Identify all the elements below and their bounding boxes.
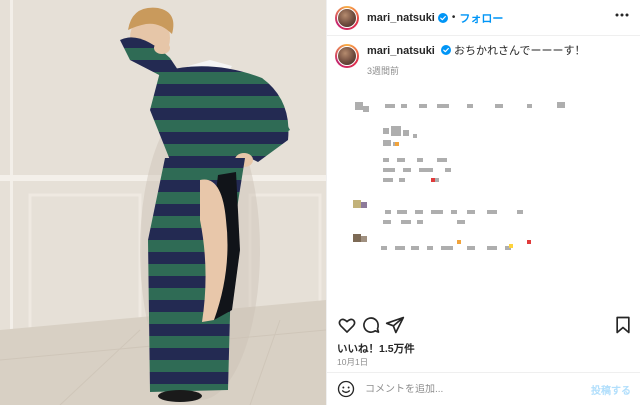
follow-button[interactable]: フォロー — [459, 10, 503, 26]
caption-username[interactable]: mari_natsuki — [367, 45, 435, 57]
caption-text: おちかれさんでーーーす！ — [454, 45, 586, 57]
caption-line: mari_natsuki おちかれさんでーーーす！ — [367, 44, 585, 58]
pixelated-comments-graphic — [353, 102, 565, 250]
blurred-comments — [327, 90, 640, 310]
more-options-icon[interactable] — [615, 13, 629, 17]
post-header: mari_natsuki • フォロー — [327, 0, 640, 36]
heart-icon[interactable] — [337, 315, 357, 335]
avatar[interactable] — [335, 5, 359, 30]
caption-avatar[interactable] — [335, 44, 359, 68]
photo-illustration — [0, 0, 326, 405]
post-comment-button[interactable]: 投稿する — [591, 382, 631, 397]
post-date[interactable]: 10月1日 — [337, 356, 368, 368]
emoji-icon[interactable] — [337, 380, 355, 398]
comment-icon[interactable] — [361, 315, 381, 335]
caption: mari_natsuki おちかれさんでーーーす！ 3週間前 — [335, 44, 635, 77]
header-username[interactable]: mari_natsuki — [367, 12, 435, 24]
comment-bar: 投稿する — [327, 372, 640, 405]
comment-input[interactable] — [365, 383, 565, 395]
verified-badge-icon — [437, 12, 448, 23]
post-side-panel: mari_natsuki • フォロー mari_natsuki おちかれさんで… — [326, 0, 640, 405]
action-bar — [337, 315, 633, 337]
bookmark-icon[interactable] — [613, 315, 633, 335]
share-icon[interactable] — [385, 315, 405, 335]
like-count[interactable]: いいね！1.5万件 — [337, 341, 415, 356]
verified-badge-icon — [440, 45, 451, 55]
post-photo[interactable] — [0, 0, 326, 405]
caption-time: 3週間前 — [367, 66, 400, 76]
header-separator: • — [451, 12, 456, 23]
